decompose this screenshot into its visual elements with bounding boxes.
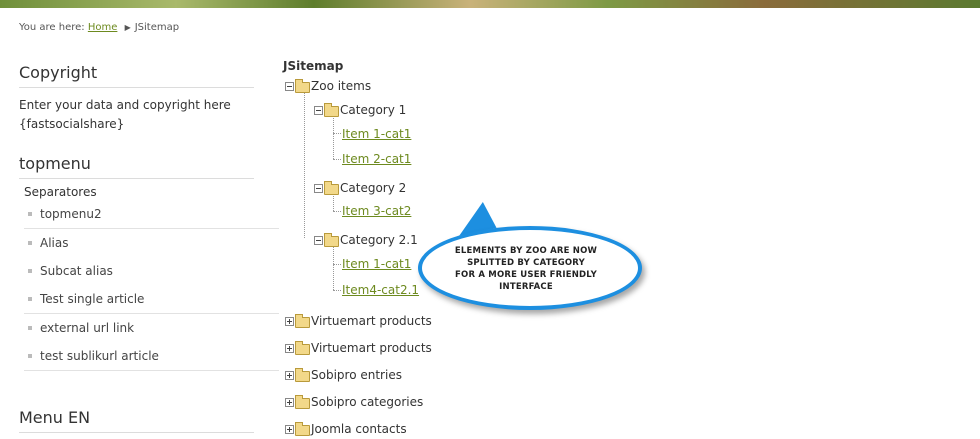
tree-connector bbox=[304, 88, 305, 238]
sitemap-title: JSitemap bbox=[283, 59, 344, 73]
tree-connector bbox=[333, 264, 341, 265]
tree-node-category-2[interactable]: Category 2 bbox=[314, 181, 406, 195]
tree-connector bbox=[333, 159, 341, 160]
tree-node-sobipro-entries[interactable]: Sobipro entries bbox=[285, 368, 402, 382]
callout-line-3: FOR A MORE USER FRIENDLY bbox=[455, 270, 597, 280]
tree-connector bbox=[333, 133, 341, 134]
sitemap-link-item-1-cat1-b[interactable]: Item 1-cat1 bbox=[342, 257, 411, 271]
menu-item-label: Test single article bbox=[40, 292, 145, 306]
tree-node-label: Zoo items bbox=[311, 79, 372, 93]
tree-node-label: Sobipro entries bbox=[311, 368, 402, 382]
tree-node-label: Category 1 bbox=[340, 103, 407, 117]
tree-node-label: Joomla contacts bbox=[311, 422, 407, 436]
folder-icon bbox=[295, 422, 310, 436]
folder-open-icon bbox=[324, 233, 339, 247]
sitemap-link-item-2-cat1[interactable]: Item 2-cat1 bbox=[342, 152, 411, 166]
breadcrumb: You are here: Home ▶ JSitemap bbox=[19, 22, 179, 33]
bullet-icon bbox=[28, 325, 32, 330]
sitemap-link-item4-cat2-1[interactable]: Item4-cat2.1 bbox=[342, 283, 419, 297]
callout-line-1: ELEMENTS BY ZOO ARE NOW bbox=[454, 246, 598, 256]
tree-node-sobipro-categories[interactable]: Sobipro categories bbox=[285, 395, 423, 409]
tree-connector bbox=[333, 244, 334, 290]
tree-node-label: Virtuemart products bbox=[311, 314, 432, 328]
folder-open-icon bbox=[295, 79, 310, 93]
expand-icon[interactable] bbox=[285, 371, 294, 380]
breadcrumb-current: JSitemap bbox=[134, 22, 180, 33]
breadcrumb-home-link[interactable]: Home bbox=[88, 22, 118, 33]
sitemap-link-item-1-cat1[interactable]: Item 1-cat1 bbox=[342, 127, 411, 141]
copyright-line-1: Enter your data and copyright here bbox=[19, 98, 231, 112]
copyright-text: Enter your data and copyright here {fast… bbox=[19, 96, 231, 134]
folder-open-icon bbox=[324, 103, 339, 117]
folder-icon bbox=[295, 368, 310, 382]
tree-connector bbox=[333, 290, 341, 291]
collapse-icon[interactable] bbox=[314, 236, 323, 245]
tree-node-category-1[interactable]: Category 1 bbox=[314, 103, 406, 117]
menu-item-test-single-article[interactable]: Test single article bbox=[24, 285, 279, 314]
sitemap-link-item-3-cat2[interactable]: Item 3-cat2 bbox=[342, 204, 411, 218]
copyright-line-2: {fastsocialshare} bbox=[19, 117, 125, 131]
tree-node-zoo-items[interactable]: Zoo items bbox=[285, 79, 371, 93]
folder-icon bbox=[295, 314, 310, 328]
tree-node-label: Sobipro categories bbox=[311, 395, 424, 409]
menu-en-module-title: Menu EN bbox=[19, 408, 254, 433]
bullet-icon bbox=[28, 268, 32, 273]
folder-icon bbox=[295, 395, 310, 409]
expand-icon[interactable] bbox=[285, 398, 294, 407]
menu-item-test-sublikurl-article[interactable]: test sublikurl article bbox=[24, 342, 279, 371]
tree-node-virtuemart-products[interactable]: Virtuemart products bbox=[285, 314, 432, 328]
callout-line-4: INTERFACE bbox=[499, 282, 553, 292]
expand-icon[interactable] bbox=[285, 344, 294, 353]
bullet-icon bbox=[28, 296, 32, 301]
menu-item-external-url-link[interactable]: external url link bbox=[24, 314, 279, 342]
copyright-module-title: Copyright bbox=[19, 63, 254, 88]
collapse-icon[interactable] bbox=[314, 106, 323, 115]
tree-node-label: Category 2.1 bbox=[340, 233, 418, 247]
menu-item-label: test sublikurl article bbox=[40, 349, 159, 363]
menu-item-topmenu2[interactable]: topmenu2 bbox=[24, 200, 279, 229]
menu-item-subcat-alias[interactable]: Subcat alias bbox=[24, 257, 279, 285]
menu-item-label: topmenu2 bbox=[40, 207, 102, 221]
bullet-icon bbox=[28, 211, 32, 216]
tree-connector bbox=[333, 113, 334, 159]
bullet-icon bbox=[28, 240, 32, 245]
menu-item-label: Subcat alias bbox=[40, 264, 113, 278]
topmenu-module-title: topmenu bbox=[19, 154, 254, 179]
menu-item-label: Alias bbox=[40, 236, 69, 250]
tree-node-virtuemart-products-2[interactable]: Virtuemart products bbox=[285, 341, 432, 355]
tree-node-label: Virtuemart products bbox=[311, 341, 432, 355]
expand-icon[interactable] bbox=[285, 317, 294, 326]
collapse-icon[interactable] bbox=[314, 184, 323, 193]
expand-icon[interactable] bbox=[285, 425, 294, 434]
breadcrumb-arrow-icon: ▶ bbox=[124, 23, 131, 32]
callout-text: ELEMENTS BY ZOO ARE NOW SPLITTED BY CATE… bbox=[436, 245, 616, 293]
header-banner-image bbox=[0, 0, 980, 8]
menu-separator-heading: Separatores bbox=[24, 185, 97, 199]
bullet-icon bbox=[28, 353, 32, 358]
tree-connector bbox=[333, 211, 341, 212]
folder-open-icon bbox=[324, 181, 339, 195]
folder-icon bbox=[295, 341, 310, 355]
tree-node-label: Category 2 bbox=[340, 181, 407, 195]
menu-item-label: external url link bbox=[40, 321, 135, 335]
tree-node-joomla-contacts[interactable]: Joomla contacts bbox=[285, 422, 407, 436]
tree-node-category-2-1[interactable]: Category 2.1 bbox=[314, 233, 418, 247]
collapse-icon[interactable] bbox=[285, 82, 294, 91]
callout-line-2: SPLITTED BY CATEGORY bbox=[467, 258, 585, 268]
menu-item-alias[interactable]: Alias bbox=[24, 229, 279, 257]
breadcrumb-prefix: You are here: bbox=[19, 22, 85, 33]
